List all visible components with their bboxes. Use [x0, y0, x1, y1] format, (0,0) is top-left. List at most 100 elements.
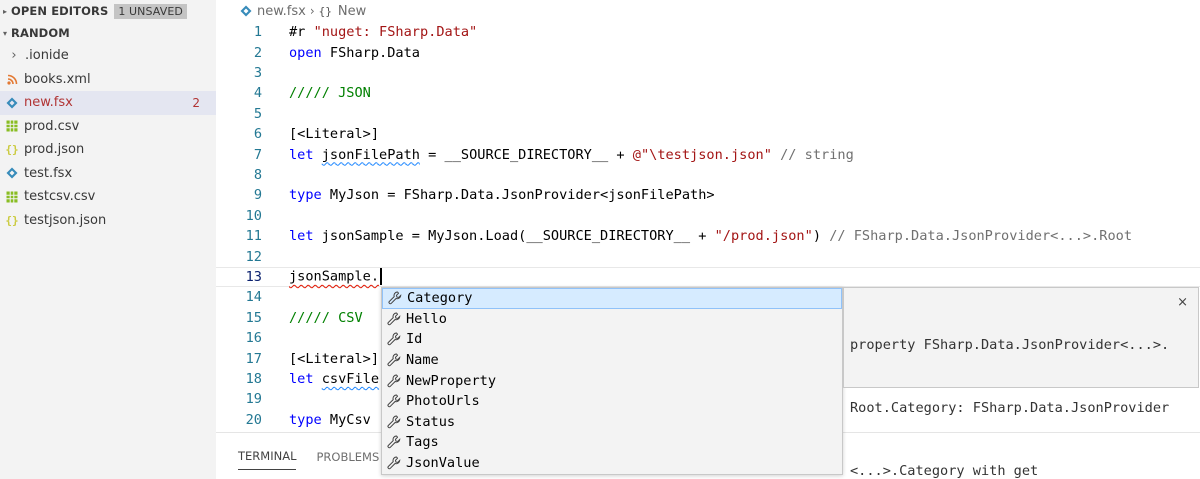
- details-line: Root.Category: FSharp.Data.JsonProvider: [850, 400, 1170, 416]
- wrench-icon: [386, 311, 402, 327]
- suggestion-item[interactable]: Id: [382, 329, 842, 350]
- suggestion-label: Category: [407, 290, 473, 307]
- breadcrumb-file[interactable]: new.fsx: [257, 4, 306, 19]
- line-number: 3: [253, 64, 262, 81]
- unsaved-badge: 1 UNSAVED: [114, 3, 187, 19]
- suggestion-item[interactable]: JsonValue: [382, 453, 842, 474]
- fsharp-diamond-icon: [240, 5, 252, 17]
- line-number: 19: [245, 391, 262, 408]
- line-number: 20: [245, 411, 262, 428]
- line-number: 17: [245, 350, 262, 367]
- code-line: 10: [216, 206, 1200, 226]
- suggestion-item[interactable]: PhotoUrls: [382, 391, 842, 412]
- code-line: 8: [216, 165, 1200, 185]
- tree-item-test-fsx[interactable]: test.fsx: [0, 162, 216, 186]
- tree-item-label: new.fsx: [24, 95, 73, 111]
- wrench-icon: [386, 331, 402, 347]
- chevron-right-icon: ▸: [2, 6, 8, 16]
- line-number: 1: [253, 24, 262, 41]
- suggestion-item[interactable]: Name: [382, 350, 842, 371]
- wrench-icon: [387, 290, 403, 306]
- wrench-icon: [386, 455, 402, 471]
- open-editors-header[interactable]: ▸ OPEN EDITORS 1 UNSAVED: [0, 0, 216, 22]
- line-number: 2: [253, 44, 262, 61]
- tree-item-prod-csv[interactable]: prod.csv: [0, 115, 216, 139]
- suggestion-label: Tags: [406, 434, 439, 451]
- tree-item-prod-json[interactable]: {} prod.json: [0, 138, 216, 162]
- namespace-icon: {}: [318, 4, 332, 18]
- tree-item-label: prod.csv: [24, 118, 80, 134]
- code-line: 7 let jsonFilePath = __SOURCE_DIRECTORY_…: [216, 144, 1200, 164]
- tree-item-books-xml[interactable]: books.xml: [0, 68, 216, 92]
- fsharp-diamond-icon: [5, 96, 19, 110]
- braces-icon: {}: [5, 143, 19, 157]
- line-number: 6: [253, 126, 262, 143]
- wrench-icon: [386, 373, 402, 389]
- details-line: <...>.Category with get: [850, 463, 1039, 479]
- suggestion-label: PhotoUrls: [406, 393, 480, 410]
- suggestion-item[interactable]: Status: [382, 412, 842, 433]
- tree-item-label: .ionide: [25, 48, 69, 64]
- code-line-current: 13 jsonSample.: [216, 266, 1200, 288]
- suggestion-item[interactable]: Hello: [382, 309, 842, 330]
- code-line: 5: [216, 104, 1200, 124]
- table-icon: [5, 119, 19, 133]
- suggestion-item[interactable]: Category: [382, 288, 842, 309]
- suggestion-details: property FSharp.Data.JsonProvider<...>. …: [843, 287, 1199, 479]
- close-icon[interactable]: ×: [1177, 292, 1188, 313]
- line-number: 12: [245, 248, 262, 265]
- chevron-right-icon: ›: [11, 48, 17, 64]
- problem-count: 2: [192, 95, 200, 110]
- tab-problems[interactable]: PROBLEMS: [316, 444, 379, 470]
- text-cursor: [380, 268, 382, 286]
- suggestion-label: Name: [406, 352, 439, 369]
- tree-item-label: test.fsx: [24, 165, 73, 181]
- code-text: open FSharp.Data: [289, 44, 420, 61]
- braces-icon: {}: [5, 213, 19, 227]
- suggestion-item[interactable]: NewProperty: [382, 370, 842, 391]
- rss-icon: [5, 72, 19, 86]
- code-text: type MyCsv: [289, 411, 371, 428]
- explorer-sidebar: ▸ OPEN EDITORS 1 UNSAVED ▾ RANDOM › .ion…: [0, 0, 216, 479]
- line-number: 7: [253, 146, 262, 163]
- code-text: [<Literal>]: [289, 350, 380, 367]
- code-text: ///// JSON: [289, 85, 371, 102]
- table-icon: [5, 190, 19, 204]
- open-editors-title: OPEN EDITORS: [11, 4, 109, 18]
- code-text: [<Literal>]: [289, 126, 380, 143]
- line-number: 10: [245, 207, 262, 224]
- tree-item-testcsv-csv[interactable]: testcsv.csv: [0, 185, 216, 209]
- folder-header[interactable]: ▾ RANDOM: [0, 22, 216, 44]
- suggestion-label: Hello: [406, 310, 447, 327]
- line-number: 9: [253, 187, 262, 204]
- wrench-icon: [386, 393, 402, 409]
- folder-title: RANDOM: [11, 26, 70, 40]
- breadcrumb: new.fsx › {} New: [216, 0, 1200, 22]
- suggestion-label: NewProperty: [406, 372, 497, 389]
- line-number: 13: [245, 268, 262, 285]
- line-number: 15: [245, 309, 262, 326]
- details-line: property FSharp.Data.JsonProvider<...>.: [850, 337, 1170, 353]
- wrench-icon: [386, 352, 402, 368]
- line-number: 14: [245, 289, 262, 306]
- suggestion-item[interactable]: Tags: [382, 432, 842, 453]
- code-line: 2 open FSharp.Data: [216, 42, 1200, 62]
- tree-item-ionide[interactable]: › .ionide: [0, 44, 216, 68]
- tree-item-new-fsx[interactable]: new.fsx 2: [0, 91, 216, 115]
- suggestion-label: Status: [406, 413, 456, 430]
- code-line: 6 [<Literal>]: [216, 124, 1200, 144]
- tree-item-label: prod.json: [24, 142, 85, 158]
- code-text: let jsonFilePath = __SOURCE_DIRECTORY__ …: [289, 146, 854, 163]
- wrench-icon: [386, 414, 402, 430]
- wrench-icon: [386, 434, 402, 450]
- tree-item-label: testcsv.csv: [24, 189, 96, 205]
- line-number: 4: [253, 85, 262, 102]
- breadcrumb-symbol[interactable]: New: [338, 4, 366, 19]
- tree-item-label: testjson.json: [24, 212, 107, 228]
- tree-item-testjson-json[interactable]: {} testjson.json: [0, 209, 216, 233]
- tab-terminal[interactable]: TERMINAL: [238, 443, 297, 470]
- suggest-widget: Category Hello Id Name NewProperty Photo…: [381, 287, 843, 475]
- code-line: 9 type MyJson = FSharp.Data.JsonProvider…: [216, 185, 1200, 205]
- suggestion-label: JsonValue: [406, 455, 480, 472]
- suggestion-label: Id: [406, 331, 423, 348]
